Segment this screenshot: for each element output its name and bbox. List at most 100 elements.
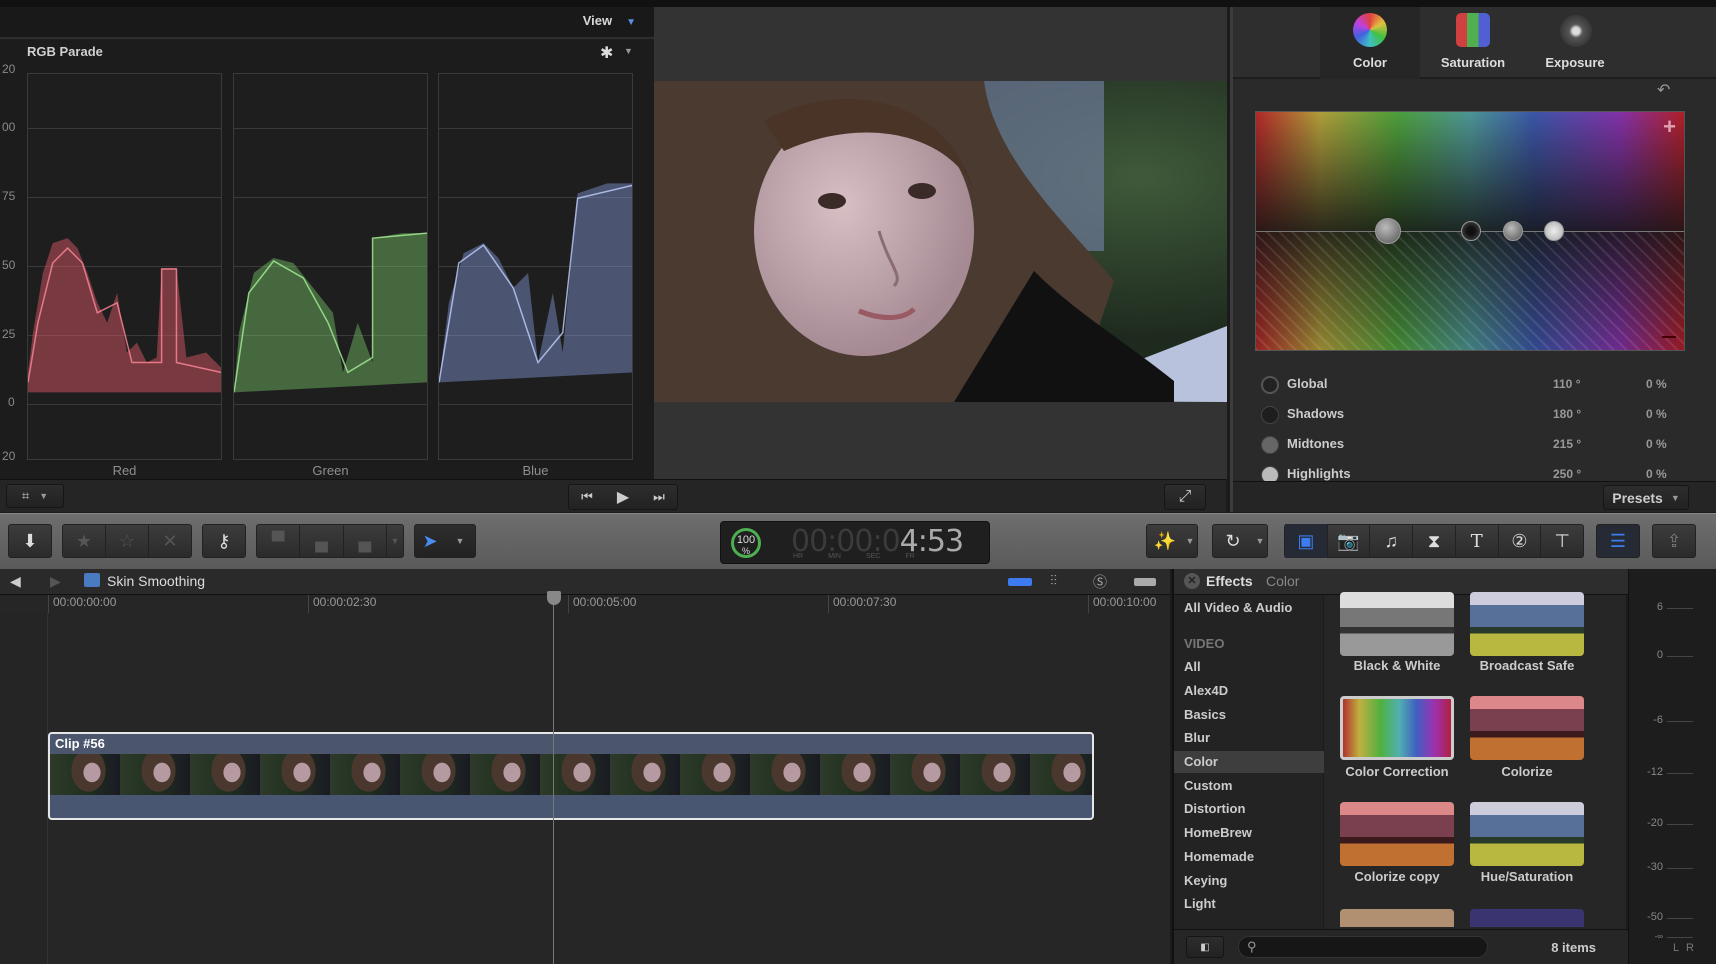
tab-label: Color — [1353, 55, 1387, 70]
category-item[interactable]: Light — [1174, 893, 1324, 915]
close-icon[interactable]: ✕ — [1184, 573, 1200, 589]
themes-browser-button[interactable]: ⊤ — [1541, 531, 1583, 552]
import-button[interactable]: ⬇ — [8, 524, 52, 558]
keyword-button[interactable]: ⚷ — [202, 524, 246, 558]
dashboard-timecode[interactable]: 100% 00:00:04:53 HR MIN SEC FR — [720, 521, 990, 564]
category-item[interactable]: Basics — [1174, 704, 1324, 726]
global-puck[interactable] — [1375, 218, 1401, 244]
color-board-inspector: Color Saturation Exposure ↶ + Global 110… — [1230, 7, 1716, 512]
effect-thumbnail-partial[interactable] — [1470, 909, 1584, 927]
chevron-down-icon[interactable]: ▼ — [387, 536, 403, 546]
share-button[interactable]: ⇪ — [1652, 524, 1696, 558]
shadows-puck[interactable] — [1461, 221, 1481, 241]
effects-footer: ◧ ⚲ 8 items — [1174, 929, 1628, 964]
reset-icon[interactable]: ↶ — [1657, 80, 1670, 100]
playhead-handle[interactable] — [547, 591, 561, 605]
category-item[interactable]: HomeBrew — [1174, 822, 1324, 844]
transform-menu-button[interactable]: ⌗ ▼ — [6, 484, 64, 508]
append-button[interactable]: ▄ — [344, 531, 386, 552]
effect-thumbnail-colorize-copy[interactable] — [1340, 802, 1454, 866]
effect-thumbnail-black-white[interactable] — [1340, 592, 1454, 656]
back-button[interactable]: ◀ — [10, 573, 21, 590]
radio-button[interactable] — [1261, 406, 1279, 424]
range-row-global[interactable]: Global 110 ° 0 % — [1261, 373, 1691, 397]
effect-thumbnail-hue-saturation[interactable] — [1470, 802, 1584, 866]
category-item[interactable]: Homemade — [1174, 846, 1324, 868]
playhead[interactable] — [553, 595, 554, 964]
effect-thumbnail-partial[interactable] — [1340, 909, 1454, 927]
radio-button[interactable] — [1261, 466, 1279, 481]
category-item[interactable]: All — [1174, 656, 1324, 678]
presets-button[interactable]: Presets ▼ — [1603, 485, 1689, 510]
category-item[interactable]: Alex4D — [1174, 680, 1324, 702]
effect-thumbnail-color-correction[interactable] — [1340, 696, 1454, 760]
next-frame-button[interactable]: ⏭ — [641, 489, 677, 505]
category-all-video-audio[interactable]: All Video & Audio — [1174, 597, 1324, 619]
sidebar-toggle-button[interactable]: ◧ — [1186, 936, 1224, 958]
gear-icon[interactable]: ✱ — [600, 43, 613, 63]
viewer-frame — [654, 81, 1227, 402]
effects-browser-button[interactable]: ▣ — [1285, 524, 1327, 558]
green-waveform — [234, 232, 427, 393]
progress-unit: % — [741, 546, 750, 556]
y-axis-label: 20 — [2, 449, 16, 463]
play-button[interactable]: ▶ — [605, 487, 641, 507]
connect-button[interactable]: ▀ — [257, 531, 299, 552]
forward-button[interactable]: ▶ — [50, 573, 61, 590]
chevron-down-icon[interactable]: ▼ — [624, 46, 633, 56]
download-arrow-icon: ⬇ — [22, 530, 38, 551]
category-item-selected[interactable]: Color — [1174, 751, 1324, 773]
key-icon: ⚷ — [217, 530, 231, 551]
category-item[interactable]: Distortion — [1174, 798, 1324, 820]
radio-button[interactable] — [1261, 376, 1279, 394]
timeline-ruler[interactable]: 00:00:00:00 00:00:02:30 00:00:05:00 00:0… — [0, 595, 1170, 613]
select-tool-button[interactable]: ➤ ▼ — [414, 524, 476, 558]
project-name: Skin Smoothing — [107, 573, 206, 589]
tab-color[interactable]: Color — [1320, 7, 1420, 79]
view-menu-button[interactable]: View ▼ — [583, 13, 636, 28]
retime-button[interactable]: ↻ ▼ — [1212, 524, 1268, 558]
chevron-down-icon: ▼ — [1185, 536, 1195, 546]
enhancements-button[interactable]: ✨ ▼ — [1146, 524, 1198, 558]
insert-button[interactable]: ▄ — [300, 531, 342, 552]
tab-saturation[interactable]: Saturation — [1423, 7, 1523, 79]
radio-button[interactable] — [1261, 436, 1279, 454]
tab-label: Saturation — [1440, 55, 1506, 70]
effects-search-field[interactable]: ⚲ — [1238, 936, 1488, 958]
previous-frame-button[interactable]: ⏮ — [569, 489, 605, 505]
midtones-puck[interactable] — [1503, 221, 1523, 241]
reject-button[interactable]: ✕ — [149, 531, 191, 552]
clip-appearance-icon[interactable] — [1008, 578, 1032, 586]
tab-exposure[interactable]: Exposure — [1525, 7, 1625, 79]
range-angle: 250 ° — [1553, 467, 1582, 481]
music-browser-button[interactable]: ♫ — [1370, 531, 1412, 552]
inspector-toggle-button[interactable]: ☰ — [1596, 524, 1640, 558]
meter-label: 0 — [1656, 649, 1663, 661]
category-item[interactable]: Keying — [1174, 870, 1324, 892]
titles-browser-button[interactable]: T — [1456, 531, 1498, 552]
range-row-midtones[interactable]: Midtones 215 ° 0 % — [1261, 433, 1691, 457]
color-board[interactable]: + — [1255, 111, 1685, 351]
snapping-icon[interactable] — [1134, 578, 1156, 586]
channel-label-red: Red — [112, 463, 137, 478]
favorite-button[interactable]: ★ — [63, 531, 105, 552]
photos-browser-button[interactable]: 📷 — [1328, 531, 1370, 552]
video-frame-image — [654, 81, 1227, 402]
effect-thumbnail-broadcast-safe[interactable] — [1470, 592, 1584, 656]
audio-skimming-icon[interactable]: ⫶⫶ — [1050, 572, 1057, 589]
range-row-shadows[interactable]: Shadows 180 ° 0 % — [1261, 403, 1691, 427]
fullscreen-button[interactable]: ⤢ — [1164, 484, 1206, 510]
share-icon: ⇪ — [1666, 530, 1682, 551]
generators-browser-button[interactable]: ② — [1499, 531, 1541, 552]
transitions-browser-button[interactable]: ⧗ — [1413, 531, 1455, 552]
ruler-tick: 00:00:00:00 — [48, 595, 116, 613]
timeline-clip[interactable]: Clip #56 — [48, 732, 1094, 820]
category-item[interactable]: Custom — [1174, 775, 1324, 797]
category-item[interactable]: Blur — [1174, 727, 1324, 749]
search-input[interactable] — [1265, 938, 1475, 956]
highlights-puck[interactable] — [1544, 221, 1564, 241]
solo-icon[interactable]: Ⓢ — [1093, 572, 1107, 592]
range-row-highlights[interactable]: Highlights 250 ° 0 % — [1261, 463, 1691, 481]
effect-thumbnail-colorize[interactable] — [1470, 696, 1584, 760]
unrate-button[interactable]: ☆ — [106, 531, 148, 552]
